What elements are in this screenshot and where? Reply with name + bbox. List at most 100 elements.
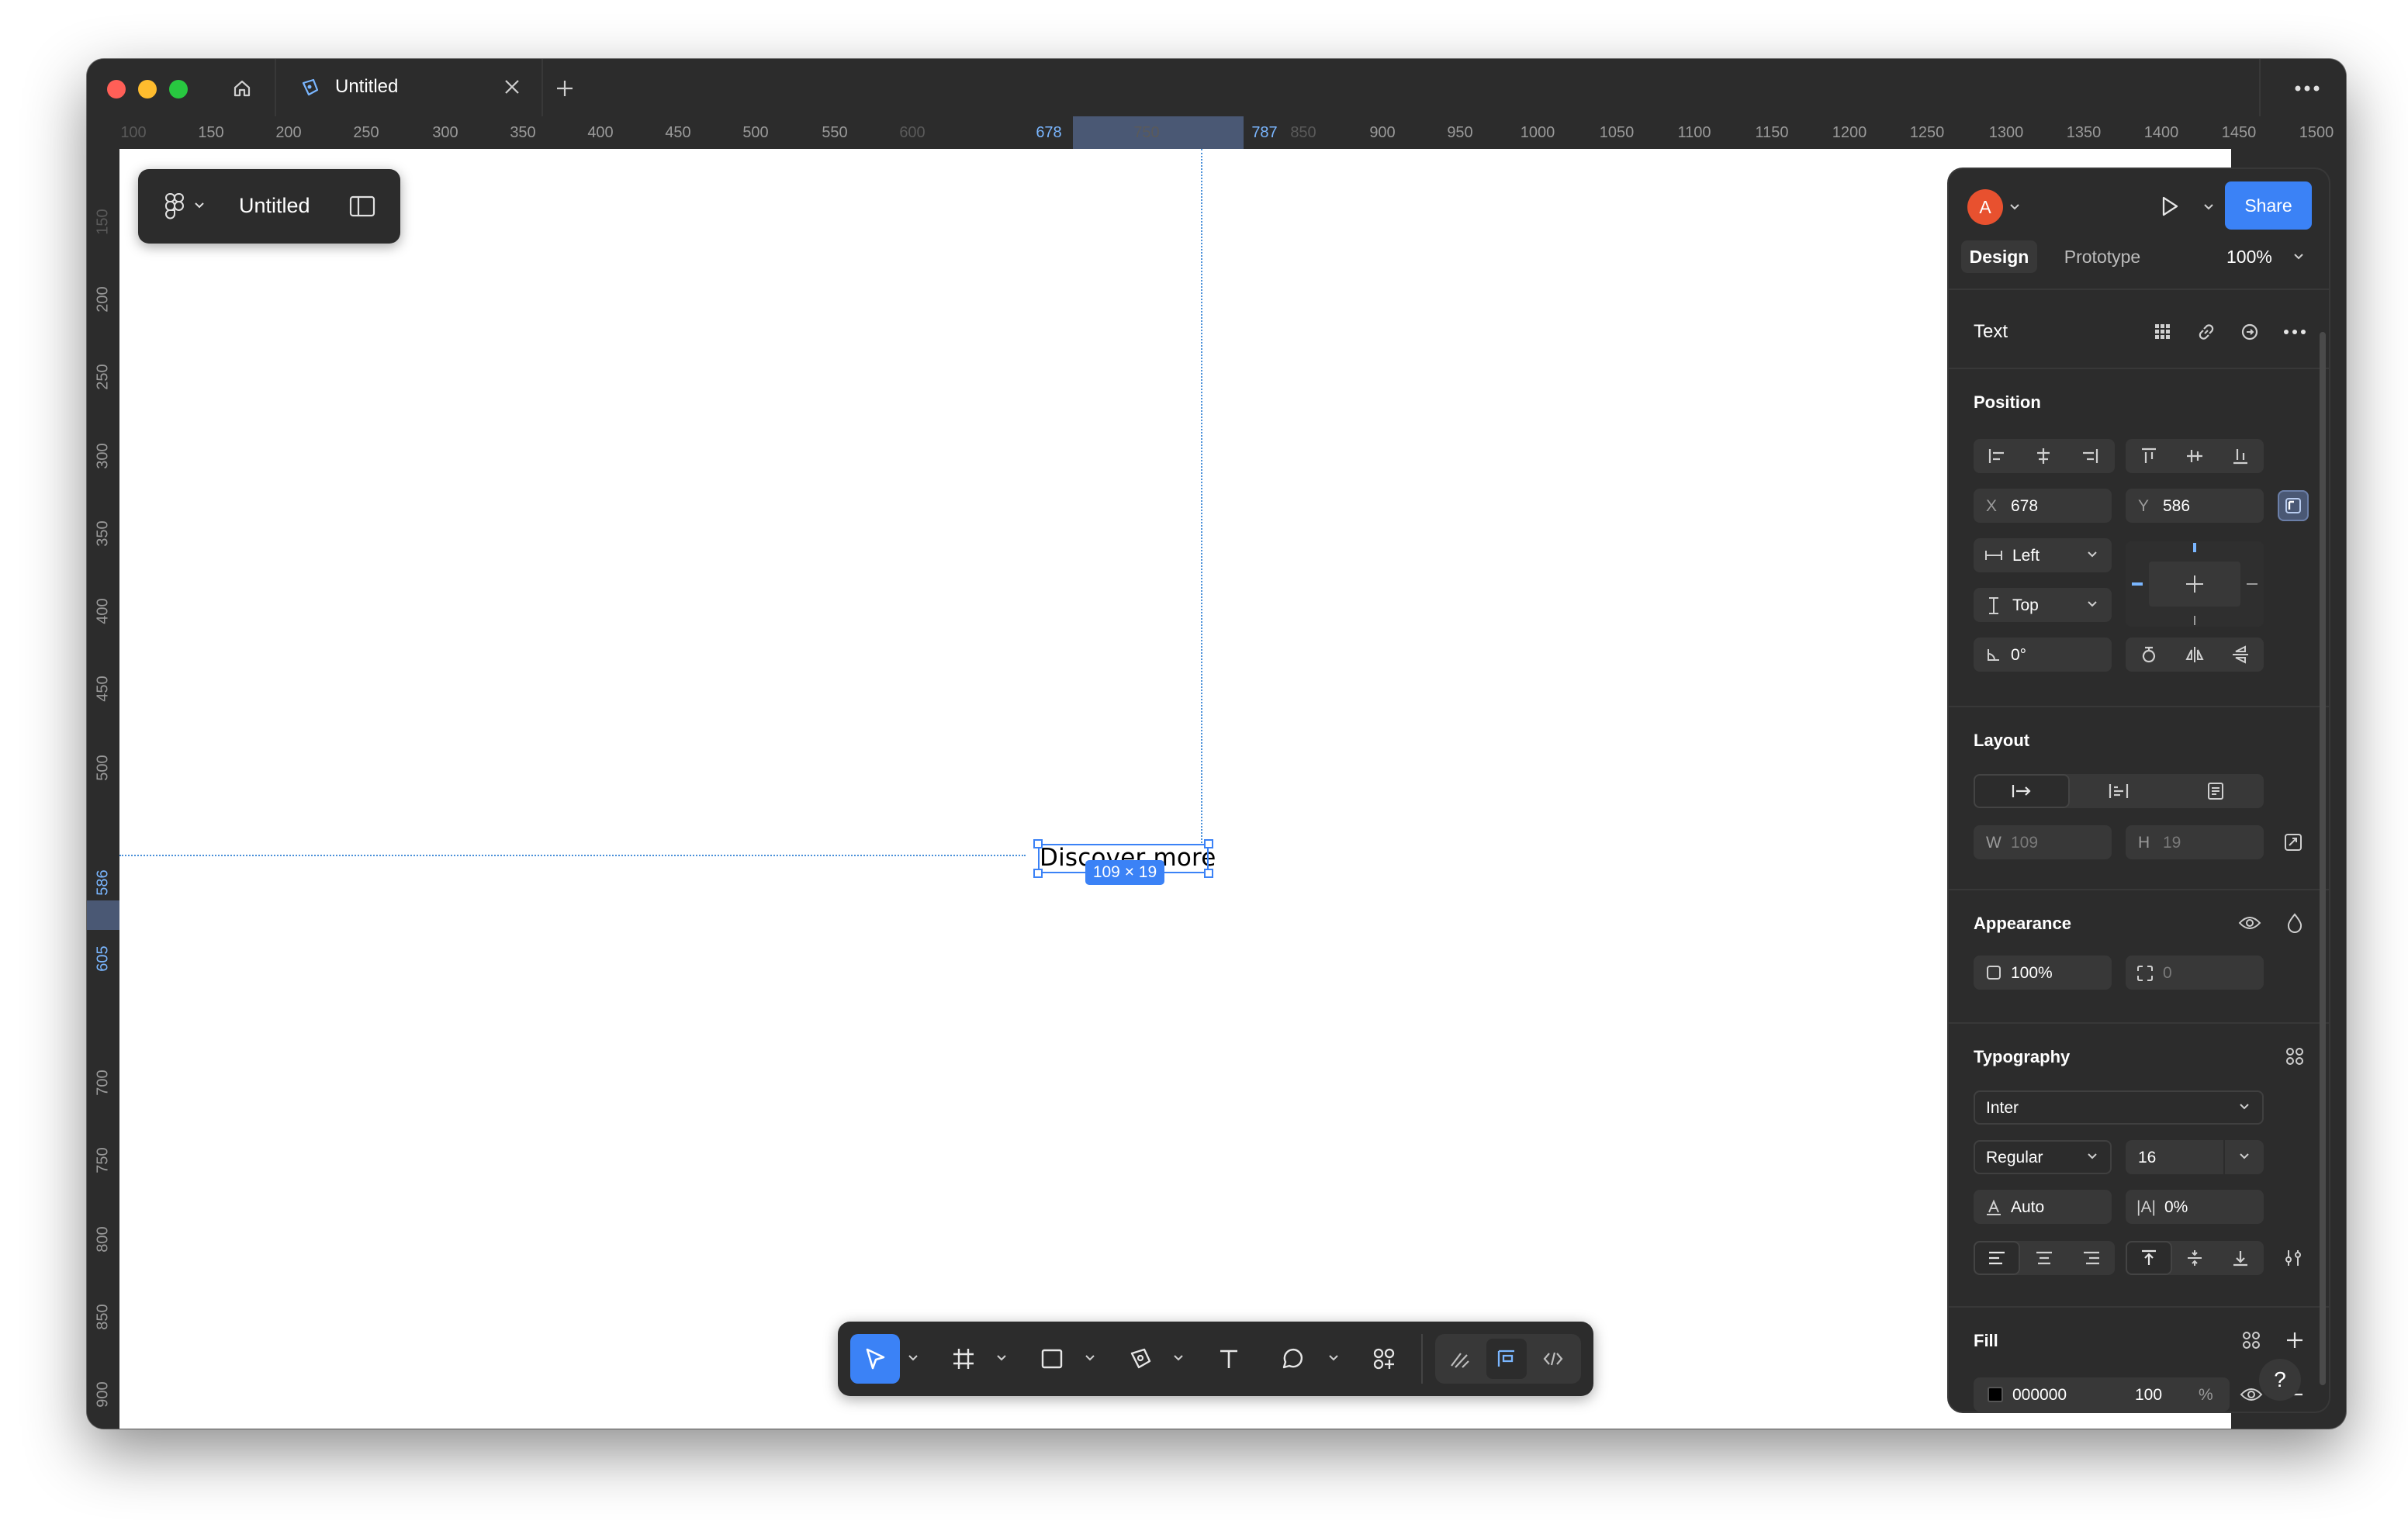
more-options-button[interactable]: [2287, 74, 2327, 102]
text-align-right-button[interactable]: [2068, 1241, 2115, 1275]
chevron-down-icon[interactable]: [1328, 1354, 1339, 1362]
draw-mode-button[interactable]: [1440, 1339, 1480, 1379]
fill-color-swatch[interactable]: [1988, 1387, 2003, 1402]
tab-design[interactable]: Design: [1961, 240, 2037, 273]
text-align-bottom-button[interactable]: [2217, 1241, 2264, 1275]
text-t-icon: [1216, 1346, 1241, 1371]
new-tab-button[interactable]: [549, 73, 580, 104]
horizontal-constraint-select[interactable]: Left: [1974, 538, 2112, 572]
x-label: X: [1986, 497, 1998, 515]
text-align-center-button[interactable]: [2021, 1241, 2067, 1275]
align-bottom-button[interactable]: [2217, 439, 2264, 473]
align-center-h-button[interactable]: [2020, 439, 2067, 473]
flip-vertical-button[interactable]: [2217, 638, 2264, 672]
height-field[interactable]: H 19: [2126, 825, 2264, 859]
file-name[interactable]: Untitled: [239, 194, 310, 218]
blend-mode-button[interactable]: [2279, 907, 2310, 938]
constraint-widget[interactable]: [2126, 541, 2264, 627]
align-middle-button[interactable]: [2171, 439, 2218, 473]
dev-mode-button[interactable]: [1533, 1339, 1573, 1379]
resize-handle-top-right[interactable]: [1204, 839, 1213, 848]
resize-handle-top-left[interactable]: [1033, 839, 1043, 848]
close-tab-icon[interactable]: [501, 76, 523, 98]
opacity-field[interactable]: 100%: [1974, 956, 2112, 990]
x-position-field[interactable]: X 678: [1974, 489, 2112, 523]
rotation-field[interactable]: 0°: [1974, 638, 2112, 672]
resize-to-fit-button[interactable]: [2278, 827, 2309, 858]
text-styles-button[interactable]: [2279, 1041, 2310, 1072]
fixed-size-button[interactable]: [2168, 774, 2264, 808]
link-button[interactable]: [2191, 316, 2222, 347]
rectangle-tool-button[interactable]: [1027, 1334, 1077, 1384]
resize-handle-bottom-left[interactable]: [1033, 869, 1043, 878]
resize-handle-bottom-right[interactable]: [1204, 869, 1213, 878]
move-tool-button[interactable]: [850, 1334, 900, 1384]
ruler-label-selection-end: 787: [1251, 124, 1278, 141]
flip-horizontal-button[interactable]: [2171, 638, 2218, 672]
align-left-button[interactable]: [1974, 439, 2020, 473]
text-tool-button[interactable]: [1204, 1334, 1254, 1384]
fill-color-field[interactable]: 000000 100 %: [1974, 1377, 2230, 1412]
constraints-toggle-button[interactable]: [2278, 490, 2309, 521]
chevron-down-icon[interactable]: [2203, 203, 2214, 211]
tab-prototype[interactable]: Prototype: [2050, 240, 2155, 273]
eye-icon: [2238, 914, 2261, 931]
line-height-field[interactable]: Auto: [1974, 1190, 2112, 1224]
chevron-down-icon[interactable]: [194, 202, 205, 209]
figma-logo-icon[interactable]: [164, 192, 185, 220]
frame-tool-button[interactable]: [939, 1334, 988, 1384]
layer-more-button[interactable]: [2279, 316, 2310, 347]
font-weight-select[interactable]: Regular: [1974, 1140, 2112, 1174]
letter-spacing-field[interactable]: |A| 0%: [2126, 1190, 2264, 1224]
close-window-button[interactable]: [107, 80, 126, 98]
help-button[interactable]: ?: [2259, 1359, 2301, 1401]
actions-tool-button[interactable]: [1359, 1334, 1409, 1384]
minimize-window-button[interactable]: [138, 80, 157, 98]
y-position-field[interactable]: Y 586: [2126, 489, 2264, 523]
chevron-down-icon[interactable]: [996, 1354, 1007, 1362]
font-size-field[interactable]: 16: [2126, 1140, 2264, 1174]
panel-scrollbar[interactable]: [2320, 332, 2326, 1385]
sidebar-toggle-icon[interactable]: [349, 195, 375, 217]
ruler-label: 450: [94, 676, 112, 702]
text-align-top-button[interactable]: [2126, 1241, 2172, 1275]
text-resize-mode-group: [1974, 774, 2264, 808]
align-center-horizontal-icon: [2033, 446, 2053, 466]
auto-width-button[interactable]: [1974, 774, 2070, 808]
file-tab[interactable]: Untitled: [276, 59, 541, 116]
rotate-button[interactable]: [2126, 638, 2172, 672]
text-align-middle-button[interactable]: [2171, 1241, 2218, 1275]
align-top-button[interactable]: [2126, 439, 2172, 473]
share-button[interactable]: Share: [2225, 181, 2312, 230]
design-canvas[interactable]: Discover more 109 × 19: [119, 149, 2231, 1429]
vertical-constraint-select[interactable]: Top: [1974, 588, 2112, 622]
present-button[interactable]: [2154, 191, 2185, 222]
fill-styles-button[interactable]: [2236, 1325, 2267, 1356]
width-field[interactable]: W 109: [1974, 825, 2112, 859]
corner-radius-field[interactable]: 0: [2126, 956, 2264, 990]
chevron-down-icon[interactable]: [2009, 203, 2020, 211]
chevron-down-icon[interactable]: [1173, 1354, 1184, 1362]
add-fill-button[interactable]: [2279, 1325, 2310, 1356]
chevron-down-icon[interactable]: [1085, 1354, 1095, 1362]
font-weight-value: Regular: [1986, 1149, 2043, 1166]
font-family-select[interactable]: Inter: [1974, 1090, 2264, 1125]
chevron-down-icon[interactable]: [2293, 253, 2304, 261]
zoom-level[interactable]: 100%: [2226, 247, 2272, 268]
type-settings-button[interactable]: [2278, 1242, 2309, 1274]
maximize-window-button[interactable]: [169, 80, 188, 98]
component-grid-button[interactable]: [2147, 316, 2178, 347]
comment-tool-button[interactable]: [1268, 1334, 1317, 1384]
variable-button[interactable]: [2234, 316, 2265, 347]
text-align-left-button[interactable]: [1974, 1241, 2020, 1275]
design-mode-button[interactable]: [1486, 1339, 1527, 1379]
auto-height-button[interactable]: [2071, 774, 2167, 808]
home-button[interactable]: [225, 71, 259, 105]
pen-tool-button[interactable]: [1116, 1334, 1165, 1384]
rectangle-icon: [1040, 1346, 1064, 1371]
align-right-button[interactable]: [2067, 439, 2113, 473]
dimension-badge: 109 × 19: [1085, 860, 1164, 885]
visibility-toggle-button[interactable]: [2234, 907, 2265, 938]
user-avatar[interactable]: A: [1967, 189, 2003, 225]
chevron-down-icon[interactable]: [908, 1354, 919, 1362]
